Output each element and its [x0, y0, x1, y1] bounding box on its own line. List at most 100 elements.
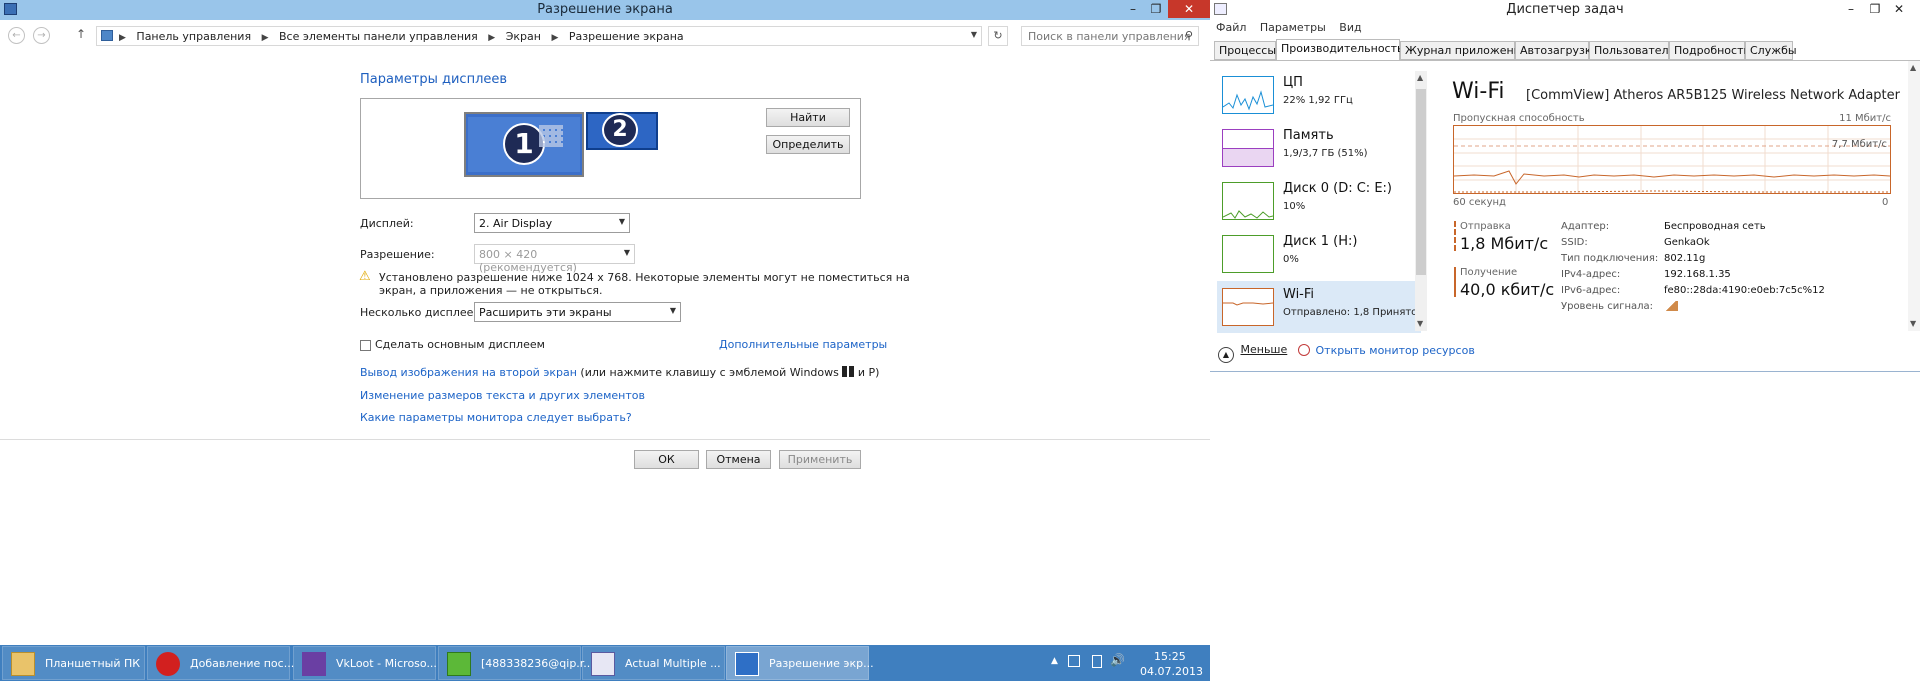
maximize-button[interactable]: ❐ [1143, 0, 1169, 18]
graph-time-label: 60 секунд [1453, 197, 1506, 208]
tab-users[interactable]: Пользователи [1589, 41, 1676, 60]
breadcrumb-item[interactable]: Все элементы панели управления [279, 30, 478, 43]
project-second-screen-link[interactable]: Вывод изображения на второй экран [360, 366, 577, 379]
tray-chevron-icon[interactable]: ▲ [1051, 656, 1058, 666]
chevron-down-icon[interactable]: ▼ [1417, 319, 1423, 328]
taskbar-item-opera[interactable]: Добавление пос... [147, 646, 294, 680]
control-panel-icon [101, 30, 113, 41]
up-icon[interactable]: ↑ [76, 27, 86, 41]
tab-app-history[interactable]: Журнал приложений [1400, 41, 1528, 60]
make-primary-label[interactable]: Сделать основным дисплеем [375, 338, 545, 351]
taskbar-item-visual-studio[interactable]: VkLoot - Microso... [293, 646, 437, 680]
send-indicator [1454, 221, 1456, 251]
display-settings-content: Параметры дисплеев 1 2 Найти Определить … [0, 50, 1210, 440]
identify-button[interactable]: Определить [766, 135, 850, 154]
taskbar-item-label: VkLoot - Microso... [336, 657, 437, 670]
minimize-button[interactable]: – [1838, 0, 1864, 18]
fewer-details-button[interactable]: ▲ Меньше [1218, 343, 1287, 363]
chevron-up-icon[interactable]: ▲ [1910, 63, 1916, 72]
address-bar[interactable]: ▶ Панель управления ▶ Все элементы панел… [96, 26, 982, 46]
detail-key: IPv4-адрес: [1561, 269, 1621, 280]
apply-button[interactable]: Применить [779, 450, 861, 469]
chevron-up-icon[interactable]: ▲ [1417, 73, 1423, 82]
tab-details[interactable]: Подробности [1669, 41, 1751, 60]
wifi-heading: Wi-Fi [1452, 79, 1505, 104]
network-icon[interactable] [1092, 655, 1102, 668]
chevron-right-icon: ▶ [119, 33, 126, 43]
detail-value: 192.168.1.35 [1664, 269, 1731, 280]
graph-label: Пропускная способность [1453, 113, 1585, 124]
detail-key: Уровень сигнала: [1561, 301, 1654, 312]
title-bar: Диспетчер задач – ❐ ✕ [1210, 0, 1920, 20]
resource-value: 0% [1283, 254, 1299, 265]
resource-disk1[interactable]: Диск 1 (H:) 0% [1217, 228, 1421, 280]
taskbar-item-qip[interactable]: [488338236@qip.r... [438, 646, 594, 680]
tab-performance[interactable]: Производительность [1276, 39, 1404, 61]
breadcrumb-item[interactable]: Панель управления [136, 30, 251, 43]
window-title: Диспетчер задач [1506, 2, 1624, 17]
tab-startup[interactable]: Автозагрузка [1515, 41, 1598, 60]
warning-text-line2: экран, а приложения — не открыться. [379, 284, 603, 297]
cancel-button[interactable]: Отмена [706, 450, 771, 469]
menu-view[interactable]: Вид [1339, 21, 1361, 34]
resolution-select[interactable]: 800 × 420 (рекомендуется) ▼ [474, 244, 635, 274]
chevron-down-icon[interactable]: ▼ [1910, 319, 1916, 328]
menu-options[interactable]: Параметры [1260, 21, 1326, 34]
scrollbar-thumb[interactable] [1416, 89, 1426, 275]
resource-wifi[interactable]: Wi-Fi Отправлено: 1,8 Принято: [1217, 281, 1421, 333]
graph-min-label: 0 [1882, 197, 1889, 208]
recv-value: 40,0 кбит/с [1460, 280, 1555, 299]
menu-file[interactable]: Файл [1216, 21, 1246, 34]
forward-icon[interactable]: → [33, 27, 50, 44]
display-settings-window: Разрешение экрана – ❐ ✕ ← → ↑ ▶ Панель у… [0, 0, 1210, 645]
clock-date[interactable]: 04.07.2013 [1140, 665, 1203, 678]
resource-disk0[interactable]: Диск 0 (D: C: E:) 10% [1217, 175, 1421, 227]
breadcrumb-item[interactable]: Разрешение экрана [569, 30, 684, 43]
disk1-thumbnail [1222, 235, 1274, 273]
display-select[interactable]: 2. Air Display ▼ [474, 213, 630, 233]
resource-list-scrollbar[interactable]: ▲ ▼ [1415, 71, 1427, 331]
monitor-help-link[interactable]: Какие параметры монитора следует выбрать… [360, 411, 632, 424]
tab-processes[interactable]: Процессы [1214, 41, 1276, 60]
resource-cpu[interactable]: ЦП 22% 1,92 ГГц [1217, 69, 1421, 121]
breadcrumb-item[interactable]: Экран [506, 30, 541, 43]
resource-memory[interactable]: Память 1,9/3,7 ГБ (51%) [1217, 122, 1421, 174]
ok-button[interactable]: ОК [634, 450, 699, 469]
find-button[interactable]: Найти [766, 108, 850, 127]
chevron-down-icon: ▼ [669, 306, 676, 315]
resource-name: Wi-Fi [1283, 287, 1315, 302]
detail-scrollbar[interactable]: ▲ ▼ [1908, 61, 1920, 331]
tab-services[interactable]: Службы [1745, 41, 1797, 60]
speaker-icon[interactable]: 🔊 [1110, 653, 1125, 667]
chevron-down-icon: ▼ [618, 217, 625, 226]
search-input[interactable]: Поиск в панели управления ⚲ [1021, 26, 1199, 46]
qip-icon [447, 652, 471, 676]
folder-icon [11, 652, 35, 676]
resource-monitor-icon [1298, 344, 1310, 356]
taskbar-item-actual-multiple[interactable]: Actual Multiple ... [582, 646, 725, 680]
search-icon[interactable]: ⚲ [1185, 29, 1193, 42]
back-icon[interactable]: ← [8, 27, 25, 44]
make-primary-checkbox[interactable] [360, 340, 371, 351]
close-button[interactable]: ✕ [1168, 0, 1210, 18]
advanced-settings-link[interactable]: Дополнительные параметры [719, 338, 887, 351]
close-button[interactable]: ✕ [1886, 0, 1912, 18]
multiple-displays-select[interactable]: Расширить эти экраны ▼ [474, 302, 681, 322]
send-label: Отправка [1460, 221, 1511, 232]
clock-time[interactable]: 15:25 [1154, 650, 1186, 663]
chevron-down-icon[interactable]: ▼ [971, 30, 977, 39]
recv-indicator [1454, 267, 1456, 297]
resource-name: ЦП [1283, 75, 1303, 90]
resource-value: 1,9/3,7 ГБ (51%) [1283, 148, 1368, 159]
taskbar-item-tablet-pc[interactable]: Планшетный ПК [2, 646, 145, 680]
text-size-link[interactable]: Изменение размеров текста и других элеме… [360, 389, 645, 402]
taskbar-item-display-settings[interactable]: Разрешение экр... [726, 646, 874, 680]
detail-value: Беспроводная сеть [1664, 221, 1766, 232]
detail-value: GenkaOk [1664, 237, 1710, 248]
maximize-button[interactable]: ❐ [1862, 0, 1888, 18]
action-center-icon[interactable] [1068, 655, 1080, 667]
refresh-icon[interactable]: ↻ [988, 26, 1008, 46]
resolution-label: Разрешение: [360, 248, 435, 261]
resource-monitor-link[interactable]: Открыть монитор ресурсов [1298, 344, 1475, 357]
throughput-chart [1453, 126, 1891, 193]
